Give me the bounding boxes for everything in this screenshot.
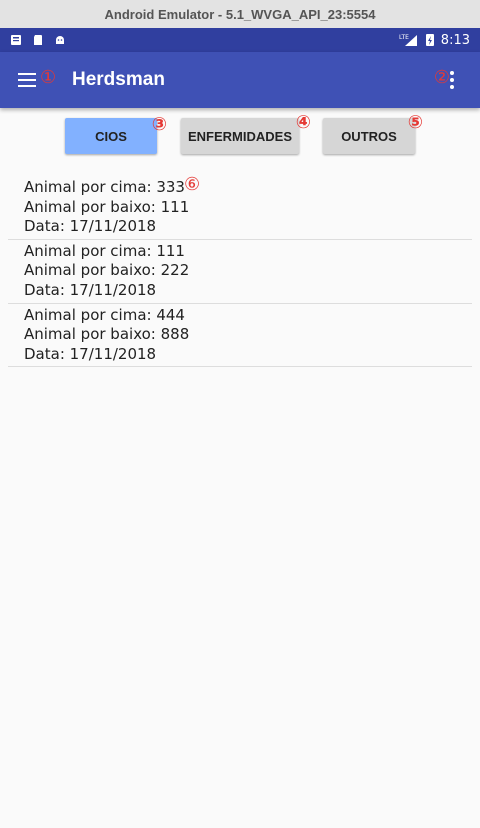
system-status: LTE 8:13 xyxy=(399,33,470,48)
tab-enfermidades-label: ENFERMIDADES xyxy=(187,128,292,144)
list-item[interactable]: Animal por cima: 111 Animal por baixo: 2… xyxy=(8,240,472,304)
tab-cios[interactable]: CIOS ③ xyxy=(65,114,167,154)
battery-charging-icon xyxy=(425,34,434,46)
hamburger-menu-icon xyxy=(18,73,36,87)
sd-card-icon xyxy=(34,35,42,45)
tab-outros-label: OUTROS xyxy=(341,128,397,144)
notification-icons xyxy=(10,34,66,46)
overflow-menu-button[interactable] xyxy=(434,52,470,108)
tab-outros[interactable]: OUTROS ⑤ xyxy=(323,112,423,154)
animal-cima: Animal por cima: 333 xyxy=(24,178,185,196)
animal-baixo: Animal por baixo: 888 xyxy=(24,325,190,344)
emulator-window-title: Android Emulator - 5.1_WVGA_API_23:5554 xyxy=(0,0,480,28)
app-title: Herdsman xyxy=(72,69,165,90)
annotation-marker-3: ③ xyxy=(151,114,167,135)
annotation-marker-6: ⑥ xyxy=(184,174,201,195)
list-item[interactable]: Animal por cima: 333 Animal por baixo: 1… xyxy=(8,174,472,240)
notification-news-icon xyxy=(11,35,21,45)
animal-baixo: Animal por baixo: 222 xyxy=(24,261,190,280)
android-icon xyxy=(56,36,64,44)
status-bar: LTE 8:13 xyxy=(0,28,480,52)
navigation-menu-button[interactable]: ① xyxy=(0,52,56,108)
annotation-marker-1: ① xyxy=(40,67,57,88)
more-vert-icon xyxy=(450,71,454,89)
tab-cios-label: CIOS xyxy=(95,128,127,144)
animal-baixo: Animal por baixo: 111 xyxy=(24,197,190,216)
category-tabs: CIOS ③ ENFERMIDADES ④ OUTROS ⑤ xyxy=(0,112,480,154)
record-date: Data: 17/11/2018 xyxy=(24,344,157,363)
clock: 8:13 xyxy=(440,32,470,48)
app-toolbar: ① Herdsman ② xyxy=(0,52,480,108)
tab-enfermidades[interactable]: ENFERMIDADES ④ xyxy=(181,112,311,154)
annotation-marker-4: ④ xyxy=(295,112,311,133)
annotation-marker-5: ⑤ xyxy=(407,112,423,133)
svg-text:LTE: LTE xyxy=(399,34,409,41)
lte-signal-icon: LTE xyxy=(399,34,417,46)
animal-cima: Animal por cima: 444 xyxy=(24,305,185,324)
records-list: Animal por cima: 333 Animal por baixo: 1… xyxy=(0,174,480,368)
record-date: Data: 17/11/2018 xyxy=(24,280,157,299)
list-item[interactable]: Animal por cima: 444 Animal por baixo: 8… xyxy=(8,304,472,368)
animal-cima: Animal por cima: 111 xyxy=(24,241,185,260)
record-date: Data: 17/11/2018 xyxy=(24,217,157,236)
